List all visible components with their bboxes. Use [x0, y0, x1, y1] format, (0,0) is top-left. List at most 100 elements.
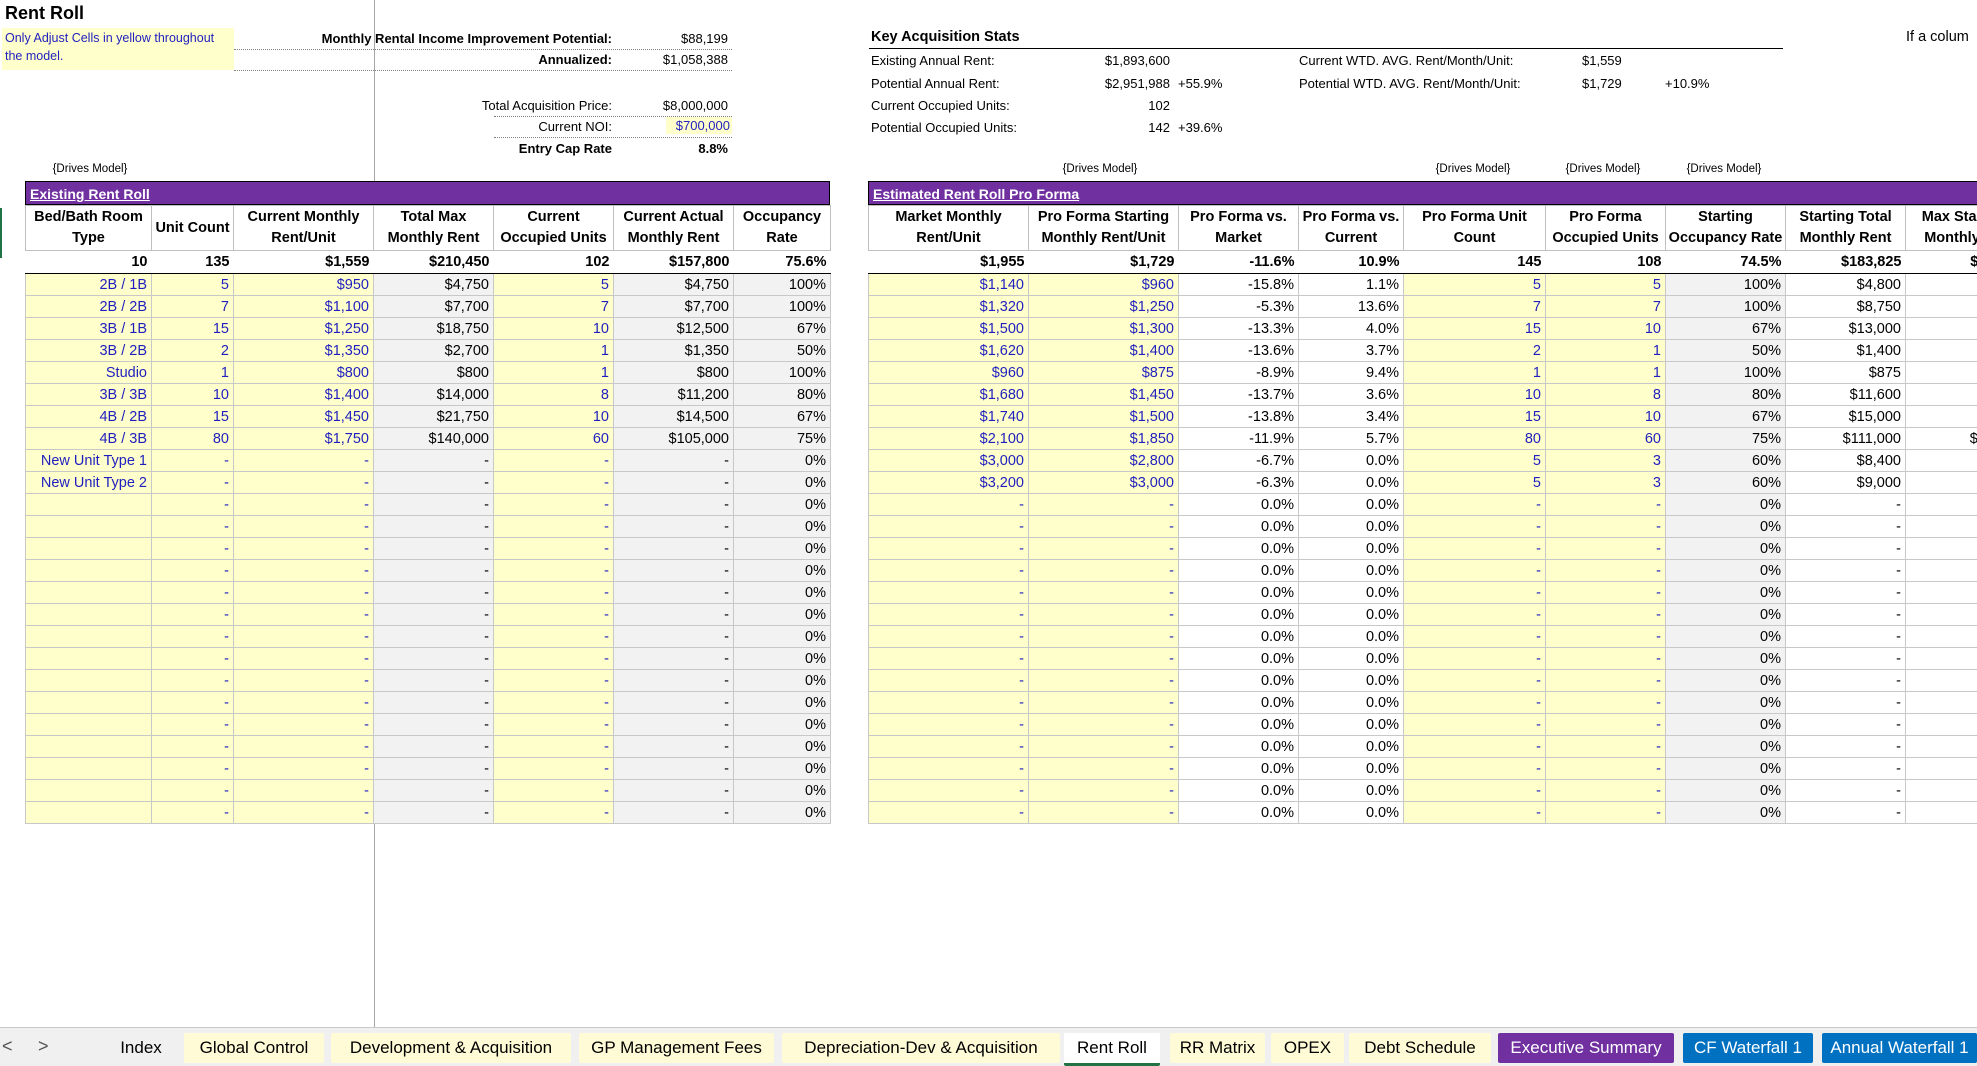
table-cell[interactable]: -: [374, 604, 494, 626]
table-cell[interactable]: 0%: [1666, 604, 1786, 626]
table-cell[interactable]: 0%: [1666, 648, 1786, 670]
table-cell[interactable]: -: [234, 582, 374, 604]
table-cell[interactable]: -: [494, 670, 614, 692]
table-cell[interactable]: -5.3%: [1179, 296, 1299, 318]
table-cell[interactable]: -: [494, 472, 614, 494]
table-cell[interactable]: -: [614, 714, 734, 736]
table-cell[interactable]: New Unit Type 2: [26, 472, 152, 494]
table-cell[interactable]: 1: [494, 362, 614, 384]
table-cell[interactable]: 0.0%: [1179, 582, 1299, 604]
table-cell[interactable]: -: [1404, 494, 1546, 516]
table-cell[interactable]: -: [234, 692, 374, 714]
table-cell[interactable]: -: [152, 714, 234, 736]
table-cell[interactable]: -: [1029, 560, 1179, 582]
table-cell[interactable]: [26, 538, 152, 560]
table-cell[interactable]: $13,000: [1786, 318, 1906, 340]
table-cell[interactable]: 75%: [1666, 428, 1786, 450]
table-cell[interactable]: 0.0%: [1299, 604, 1404, 626]
table-cell[interactable]: 3.7%: [1299, 340, 1404, 362]
table-cell[interactable]: -: [1404, 802, 1546, 824]
table-cell[interactable]: $2: [1906, 406, 1977, 428]
table-cell[interactable]: -: [614, 648, 734, 670]
table-cell[interactable]: -: [1546, 714, 1666, 736]
table-cell[interactable]: [26, 802, 152, 824]
table-cell[interactable]: -: [494, 560, 614, 582]
table-cell[interactable]: $1,500: [869, 318, 1029, 340]
table-cell[interactable]: $: [1906, 274, 1977, 296]
table-cell[interactable]: 0.0%: [1299, 626, 1404, 648]
table-cell[interactable]: 5: [1404, 274, 1546, 296]
table-cell[interactable]: 4B / 3B: [26, 428, 152, 450]
table-cell[interactable]: 1: [1404, 362, 1546, 384]
table-cell[interactable]: -: [1029, 538, 1179, 560]
table-cell[interactable]: -: [374, 714, 494, 736]
table-cell[interactable]: -: [152, 758, 234, 780]
table-cell[interactable]: -: [152, 692, 234, 714]
table-cell[interactable]: [26, 626, 152, 648]
table-cell[interactable]: 75%: [734, 428, 831, 450]
table-cell[interactable]: $875: [1786, 362, 1906, 384]
current-occupied-value[interactable]: 102: [1070, 98, 1170, 113]
tab-global-control[interactable]: Global Control: [184, 1033, 324, 1063]
table-cell[interactable]: -: [1029, 670, 1179, 692]
table-cell[interactable]: -: [494, 604, 614, 626]
table-cell[interactable]: 10: [494, 406, 614, 428]
table-cell[interactable]: 0%: [734, 648, 831, 670]
table-cell[interactable]: -: [374, 450, 494, 472]
table-cell[interactable]: $800: [374, 362, 494, 384]
table-cell[interactable]: -: [614, 736, 734, 758]
table-cell[interactable]: 0.0%: [1299, 494, 1404, 516]
table-cell[interactable]: -: [1546, 670, 1666, 692]
table-cell[interactable]: -: [152, 802, 234, 824]
table-cell[interactable]: 0%: [1666, 538, 1786, 560]
table-cell[interactable]: -: [614, 692, 734, 714]
table-cell[interactable]: 7: [1546, 296, 1666, 318]
table-cell[interactable]: 1: [1546, 340, 1666, 362]
table-cell[interactable]: -: [1404, 538, 1546, 560]
table-cell[interactable]: 2: [1404, 340, 1546, 362]
table-cell[interactable]: -6.3%: [1179, 472, 1299, 494]
table-cell[interactable]: 0.0%: [1179, 626, 1299, 648]
table-cell[interactable]: -: [869, 692, 1029, 714]
table-cell[interactable]: [1906, 538, 1977, 560]
table-cell[interactable]: $960: [869, 362, 1029, 384]
table-cell[interactable]: 100%: [1666, 362, 1786, 384]
table-cell[interactable]: -: [494, 450, 614, 472]
table-cell[interactable]: -: [869, 758, 1029, 780]
table-cell[interactable]: 67%: [1666, 406, 1786, 428]
table-cell[interactable]: -: [152, 472, 234, 494]
table-cell[interactable]: -: [374, 516, 494, 538]
table-cell[interactable]: $1,740: [869, 406, 1029, 428]
table-cell[interactable]: -: [494, 736, 614, 758]
table-cell[interactable]: [26, 692, 152, 714]
table-cell[interactable]: -: [1546, 802, 1666, 824]
table-cell[interactable]: New Unit Type 1: [26, 450, 152, 472]
table-cell[interactable]: 4B / 2B: [26, 406, 152, 428]
table-cell[interactable]: -13.6%: [1179, 340, 1299, 362]
table-cell[interactable]: 100%: [734, 274, 831, 296]
table-cell[interactable]: $1,850: [1029, 428, 1179, 450]
table-cell[interactable]: $1,400: [1029, 340, 1179, 362]
table-cell[interactable]: -: [494, 538, 614, 560]
table-cell[interactable]: -8.9%: [1179, 362, 1299, 384]
table-cell[interactable]: 0.0%: [1179, 538, 1299, 560]
table-cell[interactable]: [26, 736, 152, 758]
table-cell[interactable]: 0.0%: [1299, 802, 1404, 824]
table-cell[interactable]: $7,700: [374, 296, 494, 318]
table-cell[interactable]: -: [1404, 670, 1546, 692]
tab-depreciation-dev-acquisition[interactable]: Depreciation-Dev & Acquisition: [782, 1033, 1060, 1063]
table-cell[interactable]: [1906, 560, 1977, 582]
table-cell[interactable]: -13.7%: [1179, 384, 1299, 406]
table-cell[interactable]: -: [1029, 780, 1179, 802]
table-cell[interactable]: $1: [1906, 318, 1977, 340]
table-cell[interactable]: $8,400: [1786, 450, 1906, 472]
table-cell[interactable]: 60%: [1666, 450, 1786, 472]
table-cell[interactable]: $8,750: [1786, 296, 1906, 318]
table-cell[interactable]: 0%: [1666, 736, 1786, 758]
table-cell[interactable]: -: [374, 560, 494, 582]
table-cell[interactable]: [1906, 516, 1977, 538]
table-cell[interactable]: [1906, 692, 1977, 714]
table-cell[interactable]: 0.0%: [1299, 758, 1404, 780]
table-cell[interactable]: 7: [1404, 296, 1546, 318]
table-cell[interactable]: -: [1546, 736, 1666, 758]
